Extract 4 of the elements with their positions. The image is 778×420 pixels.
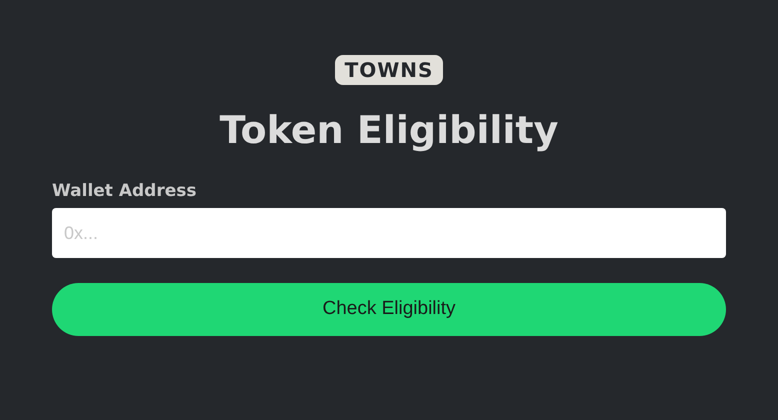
- field-label: Wallet Address: [52, 180, 196, 203]
- logo: TOWNS: [334, 55, 444, 85]
- page-title: Token Eligibility: [220, 107, 558, 154]
- check-eligibility-button[interactable]: Check Eligibility: [52, 283, 726, 336]
